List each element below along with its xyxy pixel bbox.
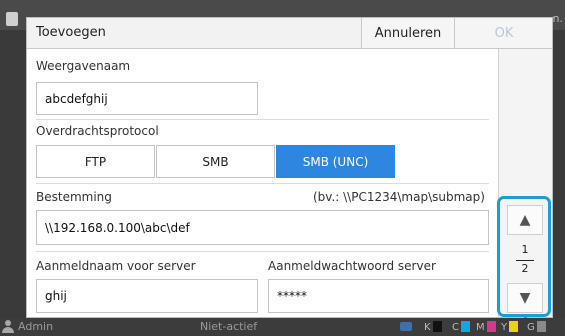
user-icon bbox=[2, 320, 14, 333]
display-name-field[interactable]: abcdefghij bbox=[36, 82, 258, 115]
display-name-label: Weergavenaam bbox=[36, 59, 131, 73]
status-user: Admin bbox=[18, 320, 54, 333]
protocol-ftp-button[interactable]: FTP bbox=[36, 145, 155, 178]
divider bbox=[36, 251, 489, 252]
dialog-content: Weergavenaam abcdefghij Overdrachtsproto… bbox=[27, 49, 497, 317]
protocol-label: Overdrachtsprotocol bbox=[36, 124, 159, 138]
ink-y: Y bbox=[501, 321, 519, 334]
login-name-label: Aanmeldnaam voor server bbox=[36, 259, 196, 273]
background-text: n. bbox=[552, 12, 563, 25]
destination-label: Bestemming bbox=[36, 190, 112, 204]
scroll-up-button[interactable]: ▲ bbox=[507, 205, 543, 235]
ink-m: M bbox=[476, 321, 496, 334]
page-current: 1 bbox=[521, 243, 529, 256]
triangle-up-icon: ▲ bbox=[519, 212, 531, 228]
protocol-smb-button[interactable]: SMB bbox=[156, 145, 275, 178]
ok-button[interactable]: OK bbox=[454, 18, 552, 48]
login-password-label: Aanmeldwachtwoord server bbox=[268, 259, 436, 273]
ink-c: C bbox=[452, 321, 470, 334]
destination-hint: (bv.: \\PC1234\map\submap) bbox=[313, 190, 485, 204]
scroll-pane bbox=[498, 49, 552, 317]
divider bbox=[36, 183, 489, 184]
status-state: Niet-actief bbox=[200, 320, 258, 333]
page-fraction-line bbox=[516, 260, 534, 261]
add-destination-dialog: Toevoegen Annuleren OK Weergavenaam abcd… bbox=[26, 17, 553, 318]
page-total: 2 bbox=[521, 262, 529, 275]
divider bbox=[36, 119, 489, 120]
network-icon bbox=[400, 322, 412, 331]
dialog-title: Toevoegen bbox=[36, 25, 106, 40]
protocol-smb-unc-button[interactable]: SMB (UNC) bbox=[276, 145, 395, 178]
status-bar: Admin Niet-actief K C M Y G bbox=[0, 318, 565, 336]
background-menu-icon bbox=[6, 12, 18, 26]
ink-g: G bbox=[527, 321, 546, 334]
destination-field[interactable]: \\192.168.0.100\abc\def bbox=[36, 210, 489, 245]
cancel-button[interactable]: Annuleren bbox=[361, 18, 454, 48]
login-name-field[interactable]: ghij bbox=[36, 279, 258, 313]
scroll-down-button[interactable]: ▼ bbox=[507, 283, 543, 313]
ink-k: K bbox=[424, 321, 442, 334]
triangle-down-icon: ▼ bbox=[519, 290, 531, 306]
login-password-field[interactable]: ***** bbox=[268, 279, 489, 313]
dialog-header: Toevoegen Annuleren OK bbox=[27, 18, 552, 49]
